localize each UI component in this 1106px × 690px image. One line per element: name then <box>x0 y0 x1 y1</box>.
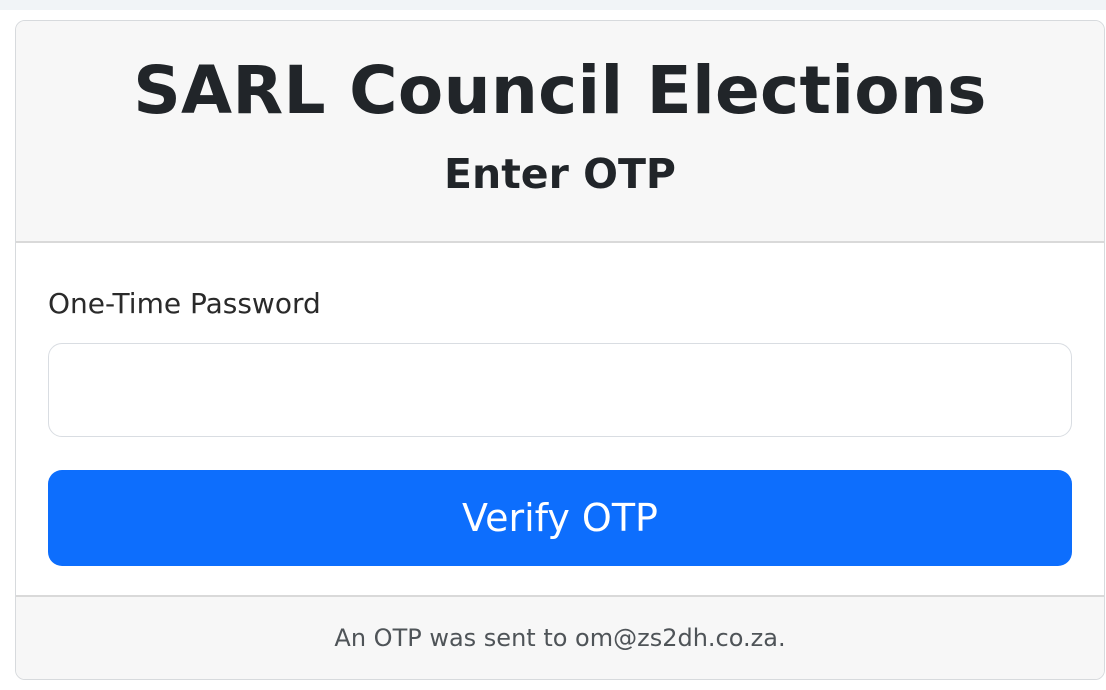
verify-otp-button[interactable]: Verify OTP <box>48 470 1072 566</box>
card-body: One-Time Password Verify OTP <box>16 243 1104 597</box>
page: SARL Council Elections Enter OTP One-Tim… <box>0 0 1106 690</box>
card-footer: An OTP was sent to om@zs2dh.co.za. <box>16 597 1104 679</box>
otp-card: SARL Council Elections Enter OTP One-Tim… <box>15 20 1105 680</box>
top-strip <box>0 0 1106 10</box>
otp-field-label: One-Time Password <box>48 287 321 320</box>
page-title: SARL Council Elections <box>133 52 987 129</box>
otp-input[interactable] <box>48 343 1072 437</box>
page-subtitle: Enter OTP <box>444 150 676 198</box>
card-header: SARL Council Elections Enter OTP <box>16 21 1104 243</box>
otp-sent-message: An OTP was sent to om@zs2dh.co.za. <box>334 624 786 652</box>
